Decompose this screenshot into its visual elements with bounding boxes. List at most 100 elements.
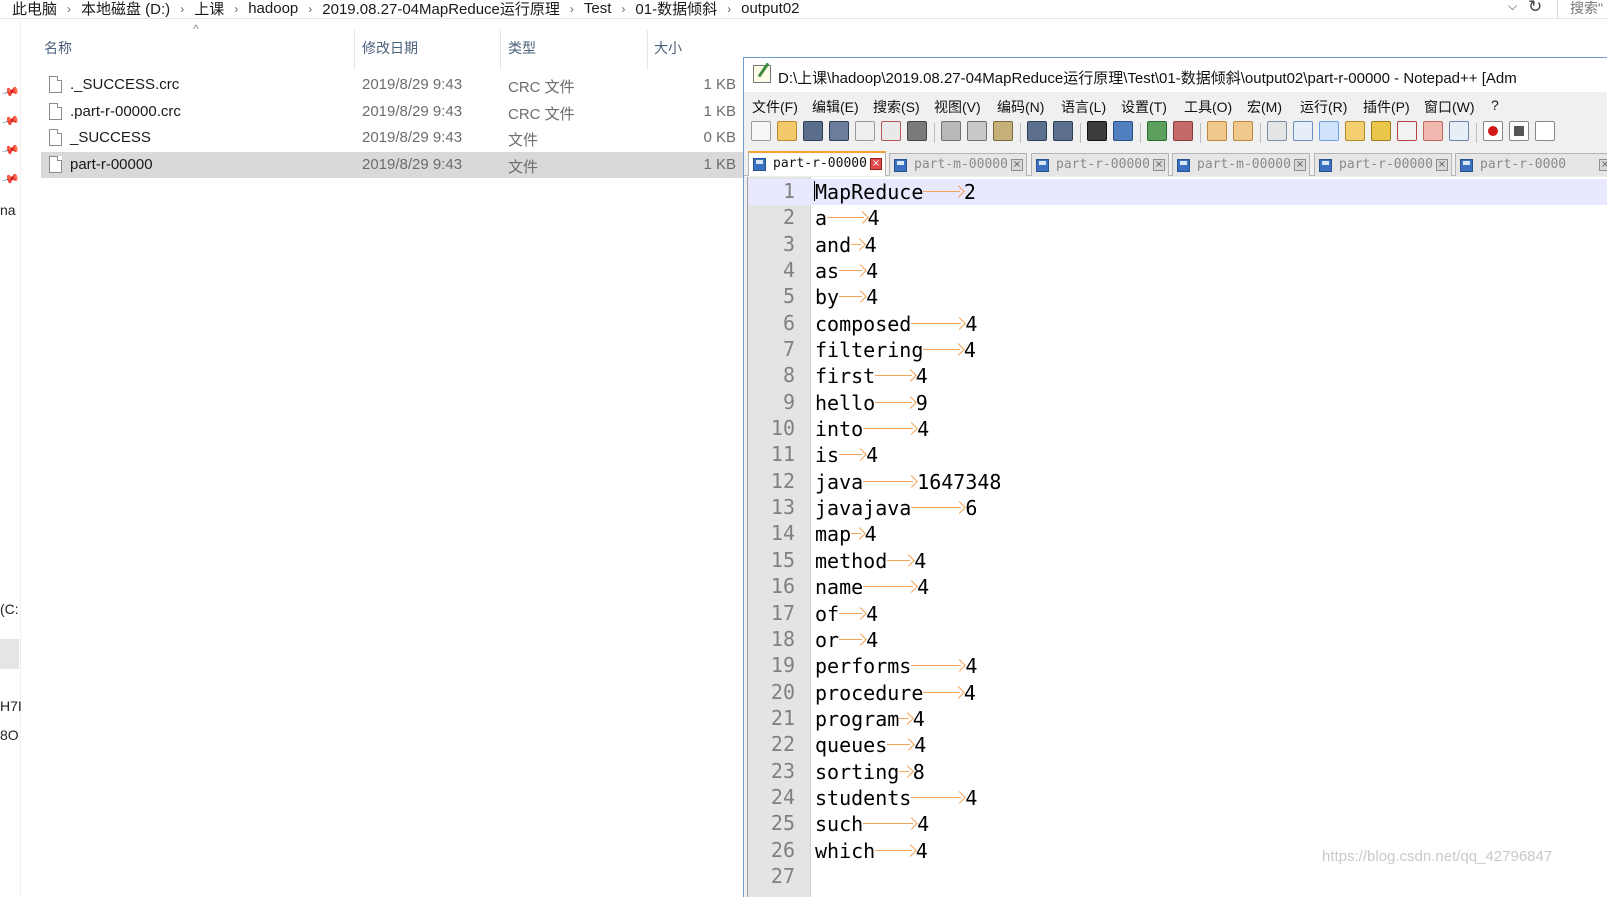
menu-help[interactable]: ? [1491,97,1499,113]
file-row[interactable]: part-r-00000 2019/8/29 9:43 文件 1 KB [41,151,761,178]
column-divider[interactable] [354,30,355,70]
title-bar[interactable]: D:\上课\hadoop\2019.08.27-04MapReduce运行原理\… [744,58,1607,92]
explorer-address-bar[interactable]: 此电脑 › 本地磁盘 (D:) › 上课 › hadoop › 2019.08.27-0… [0,0,1607,19]
breadcrumb-item[interactable]: 01-数据倾斜 [629,0,723,19]
tab-document[interactable]: part-r-0000 × [1455,153,1607,176]
menu-plugins[interactable]: 插件(P) [1363,97,1410,117]
search-input[interactable]: 搜索" [1557,0,1607,18]
sync-horizontal-icon[interactable] [1233,121,1253,141]
nav-item-label[interactable]: H7I [0,698,22,714]
navigation-pane[interactable]: 📌 📌 📌 📌 na (C: H7I 8O [0,20,22,897]
editor-line[interactable]: 2a4 [748,205,1607,231]
file-row[interactable]: _SUCCESS 2019/8/29 9:43 文件 0 KB [41,125,761,152]
menu-search[interactable]: 搜索(S) [873,97,920,117]
editor-line[interactable]: 5 by 4 [748,284,1607,310]
editor-line[interactable]: 17 of 4 [748,601,1607,627]
editor-line[interactable]: 23 sorting 8 [748,759,1607,785]
tab-document[interactable]: part-r-00000 × [1314,153,1452,176]
pin-icon[interactable]: 📌 [1,82,21,102]
editor-line[interactable]: 18 or 4 [748,627,1607,653]
nav-item-label[interactable]: (C: [0,601,19,617]
pilcrow-icon[interactable] [1293,121,1313,141]
chevron-right-icon[interactable]: › [63,2,75,16]
close-icon[interactable]: × [1436,159,1448,171]
breadcrumb-item[interactable]: 本地磁盘 (D:) [75,0,176,19]
editor-line[interactable]: 3 and 4 [748,232,1607,258]
file-row[interactable]: .part-r-00000.crc 2019/8/29 9:43 CRC 文件 1 K… [41,99,761,126]
editor-line[interactable]: 1 MapReduce 2 [748,179,1607,206]
editor-line[interactable]: 14 map 4 [748,521,1607,547]
editor-line[interactable]: 6 composed 4 [748,311,1607,337]
editor-line[interactable]: 12 java 1647348 [748,469,1607,495]
find-icon[interactable] [1087,121,1107,141]
copy-icon[interactable] [967,121,987,141]
breadcrumb-item[interactable]: output02 [735,0,805,17]
editor-line[interactable]: 25 such 4 [748,811,1607,837]
record-macro-icon[interactable] [1483,121,1503,141]
close-icon[interactable]: × [1294,159,1306,171]
nav-item-label[interactable]: na [0,202,16,218]
close-icon[interactable]: × [870,158,882,170]
new-file-icon[interactable] [751,121,771,141]
chevron-down-icon[interactable]: ⌵ [1508,0,1517,14]
replace-icon[interactable] [1113,121,1133,141]
tab-document[interactable]: part-m-00000 × [1172,153,1310,176]
menu-run[interactable]: 运行(R) [1300,97,1347,117]
refresh-icon[interactable]: ↻ [1528,0,1542,17]
tab-document[interactable]: part-r-00000 × [1031,153,1169,176]
save-all-icon[interactable] [829,121,849,141]
menu-macro[interactable]: 宏(M) [1247,97,1282,117]
editor-line[interactable]: 16 name 4 [748,574,1607,600]
monitoring-icon[interactable] [1449,121,1469,141]
editor-line[interactable]: 21 program 4 [748,706,1607,732]
close-icon[interactable] [855,121,875,141]
function-list-icon[interactable] [1397,121,1417,141]
breadcrumb-item[interactable]: hadoop [242,0,304,17]
editor-line[interactable]: 4 as 4 [748,258,1607,284]
column-header-date[interactable]: 修改日期 [362,38,418,58]
zoom-out-icon[interactable] [1173,121,1193,141]
breadcrumb-item[interactable]: Test [578,0,618,17]
breadcrumb-item[interactable]: 此电脑 [6,0,63,19]
nav-item-selected[interactable] [0,639,19,669]
editor-line[interactable]: 9 hello 9 [748,390,1607,416]
column-header-name[interactable]: 名称 [44,38,72,58]
menu-encoding[interactable]: 编码(N) [997,97,1044,117]
pin-icon[interactable]: 📌 [1,169,21,189]
menu-language[interactable]: 语言(L) [1061,97,1106,117]
editor-line[interactable]: 13 javajava 6 [748,495,1607,521]
play-macro-icon[interactable] [1535,121,1555,141]
editor-line[interactable]: 27 [748,864,1607,890]
tab-document[interactable]: part-r-00000 × [748,151,886,176]
close-icon[interactable]: × [1599,159,1607,171]
zoom-in-icon[interactable] [1147,121,1167,141]
editor-line[interactable]: 22 queues 4 [748,732,1607,758]
sync-vertical-icon[interactable] [1207,121,1227,141]
redo-icon[interactable] [1053,121,1073,141]
editor-line[interactable]: 15 method 4 [748,548,1607,574]
word-wrap-icon[interactable] [1267,121,1287,141]
breadcrumb-item[interactable]: 上课 [188,0,230,19]
column-header-size[interactable]: 大小 [654,38,682,58]
print-icon[interactable] [907,121,927,141]
chevron-right-icon[interactable]: › [304,2,316,16]
menu-tools[interactable]: 工具(O) [1184,97,1232,117]
editor-line[interactable]: 20 procedure 4 [748,680,1607,706]
tab-document[interactable]: part-m-00000 × [889,153,1027,176]
close-all-icon[interactable] [881,121,901,141]
editor-line[interactable]: 19 performs 4 [748,653,1607,679]
chevron-right-icon[interactable]: › [230,2,242,16]
cut-icon[interactable] [941,121,961,141]
breadcrumb-item[interactable]: 2019.08.27-04MapReduce运行原理 [316,0,566,19]
pin-icon[interactable]: 📌 [1,140,21,160]
indent-guide-icon[interactable] [1319,121,1339,141]
editor-line[interactable]: 8 first 4 [748,363,1607,389]
paste-icon[interactable] [993,121,1013,141]
stop-macro-icon[interactable] [1509,121,1529,141]
menu-window[interactable]: 窗口(W) [1424,97,1475,117]
file-row[interactable]: ._SUCCESS.crc 2019/8/29 9:43 CRC 文件 1 KB [41,72,761,99]
undo-icon[interactable] [1027,121,1047,141]
menu-settings[interactable]: 设置(T) [1121,97,1167,117]
editor-line[interactable]: 10 into 4 [748,416,1607,442]
column-divider[interactable] [647,30,648,70]
